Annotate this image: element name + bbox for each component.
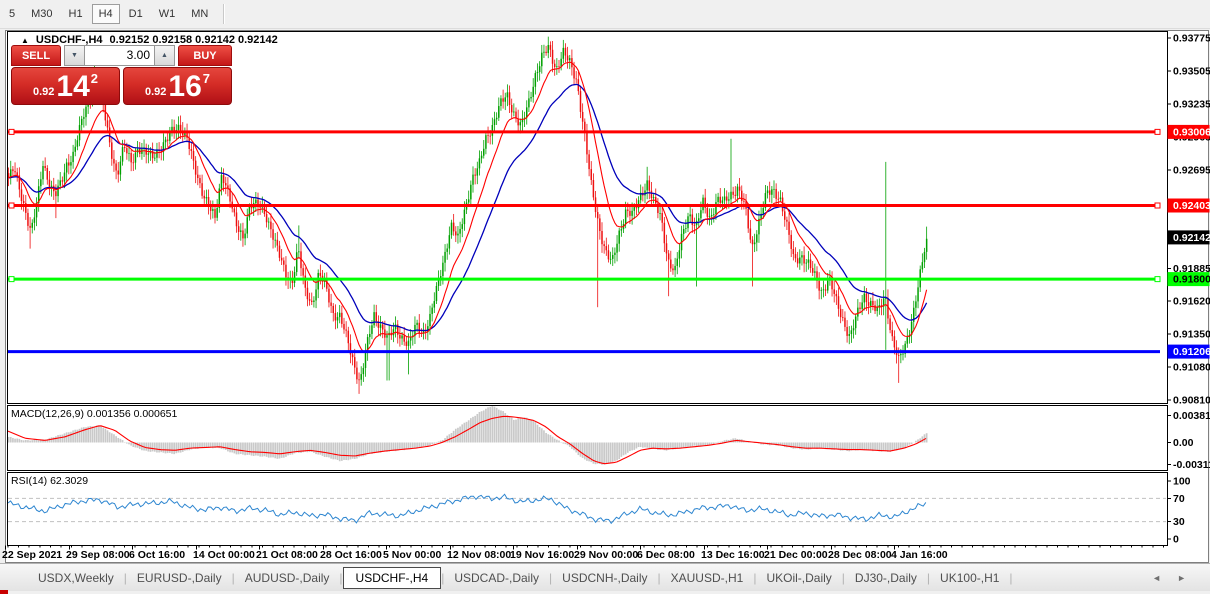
time-axis-label: 22 Sep 2021 (2, 549, 62, 561)
tab-scroll-arrows: ◄ ► (1152, 573, 1186, 583)
level-price-label: 0.93006 (1173, 126, 1210, 138)
time-axis-label: 13 Dec 16:00 (701, 549, 765, 561)
volume-input[interactable]: 3.00 (85, 45, 154, 66)
level-price-label: 0.91800 (1173, 274, 1210, 286)
tab-scroll-right-icon[interactable]: ► (1177, 573, 1186, 583)
sell-price-sup: 2 (90, 71, 99, 86)
rsi-axis-label: 30 (1173, 516, 1185, 528)
price-axis-label: 0.91080 (1173, 362, 1210, 374)
chart-tab-bar: USDX,Weekly | EURUSD-,Daily | AUDUSD-,Daily |… (0, 563, 1210, 591)
chart-tab-xauusd-h1[interactable]: XAUUSD-,H1 (661, 567, 754, 589)
time-axis-label: 14 Oct 00:00 (193, 549, 255, 561)
price-axis-label: 0.92695 (1173, 164, 1210, 176)
chart-tab-eurusd-daily[interactable]: EURUSD-,Daily (127, 567, 232, 589)
time-axis-label: 29 Sep 08:00 (66, 549, 130, 561)
sell-price-prefix: 0.92 (32, 86, 55, 98)
volume-stepper: ▼ 3.00 ▲ (64, 45, 175, 66)
price-axis-label: 0.93505 (1173, 66, 1210, 78)
price-axis-label: 0.90810 (1173, 395, 1210, 407)
chart-tab-audusd-daily[interactable]: AUDUSD-,Daily (235, 567, 340, 589)
tab-separator: | (1009, 570, 1013, 585)
chart-tab-usdcnh-daily[interactable]: USDCNH-,Daily (552, 567, 657, 589)
macd-indicator-label: MACD(12,26,9) 0.001356 0.000651 (11, 408, 178, 420)
chart-tab-usdcad-daily[interactable]: USDCAD-,Daily (444, 567, 549, 589)
time-axis-label: 21 Dec 00:00 (764, 549, 828, 561)
macd-axis-label: 0.003811 (1173, 410, 1210, 422)
rsi-indicator-label: RSI(14) 62.3029 (11, 475, 88, 487)
rsi-pane[interactable] (7, 472, 1168, 546)
price-axis-label: 0.93775 (1173, 33, 1210, 45)
price-axis-label: 0.93235 (1173, 98, 1210, 110)
time-axis-label: 4 Jan 16:00 (891, 549, 948, 561)
line-anchor-square[interactable] (8, 276, 15, 283)
time-axis-label: 29 Nov 00:00 (574, 549, 638, 561)
line-anchor-square[interactable] (8, 202, 15, 209)
time-axis-label: 28 Oct 16:00 (320, 549, 382, 561)
chart-tab-ukoil-daily[interactable]: UKOil-,Daily (756, 567, 841, 589)
buy-price-sup: 7 (202, 71, 211, 86)
chart-tab-uk100-h1[interactable]: UK100-,H1 (930, 567, 1009, 589)
sell-price-tile[interactable]: 0.92 14 2 (11, 67, 120, 105)
chart-tab-dj30-daily[interactable]: DJ30-,Daily (845, 567, 927, 589)
volume-up-icon[interactable]: ▲ (154, 45, 175, 66)
chart-tab-usdx-weekly[interactable]: USDX,Weekly (28, 567, 124, 589)
time-axis-label: 6 Dec 08:00 (637, 549, 695, 561)
chart-tab-usdchf-h4[interactable]: USDCHF-,H4 (342, 566, 442, 589)
level-price-label: 0.92403 (1173, 200, 1210, 212)
buy-price-prefix: 0.92 (144, 86, 167, 98)
price-axis-label: 0.91620 (1173, 296, 1210, 308)
bottom-left-red-mark (0, 590, 8, 594)
sell-button[interactable]: SELL (11, 45, 61, 66)
sell-price-big: 14 (56, 70, 90, 103)
time-axis-label: 12 Nov 08:00 (447, 549, 511, 561)
macd-axis-label: 0.00 (1173, 437, 1194, 449)
current-price-label: 0.92142 (1173, 232, 1210, 244)
line-anchor-square[interactable] (8, 128, 15, 135)
line-anchor-square[interactable] (1154, 128, 1161, 135)
buy-price-tile[interactable]: 0.92 16 7 (123, 67, 232, 105)
rsi-axis-label: 0 (1173, 534, 1179, 546)
time-axis-label: 19 Nov 16:00 (510, 549, 574, 561)
rsi-axis-label: 100 (1173, 476, 1191, 488)
price-axis-label: 0.91350 (1173, 329, 1210, 341)
rsi-axis-label: 70 (1173, 493, 1185, 505)
mt4-application-window: 5 M30 H1 H4 D1 W1 MN 0.93775 0.93505 0.93235 0.92… (0, 0, 1210, 594)
time-axis-label: 5 Nov 00:00 (383, 549, 442, 561)
level-price-label: 0.91206 (1173, 346, 1210, 358)
volume-down-icon[interactable]: ▼ (64, 45, 85, 66)
one-click-trade-panel: SELL ▼ 3.00 ▲ BUY 0.92 14 2 0.92 16 7 (11, 45, 232, 105)
macd-axis-label: -0.003115 (1173, 459, 1210, 471)
panel-collapse-icon[interactable]: ▲ (21, 36, 29, 45)
buy-price-big: 16 (168, 70, 202, 103)
line-anchor-square[interactable] (1154, 276, 1161, 283)
time-axis-label: 21 Oct 08:00 (256, 549, 318, 561)
line-anchor-square[interactable] (1154, 202, 1161, 209)
buy-button[interactable]: BUY (178, 45, 232, 66)
tab-scroll-left-icon[interactable]: ◄ (1152, 573, 1161, 583)
time-axis-label: 28 Dec 08:00 (828, 549, 892, 561)
time-axis-label: 6 Oct 16:00 (129, 549, 185, 561)
